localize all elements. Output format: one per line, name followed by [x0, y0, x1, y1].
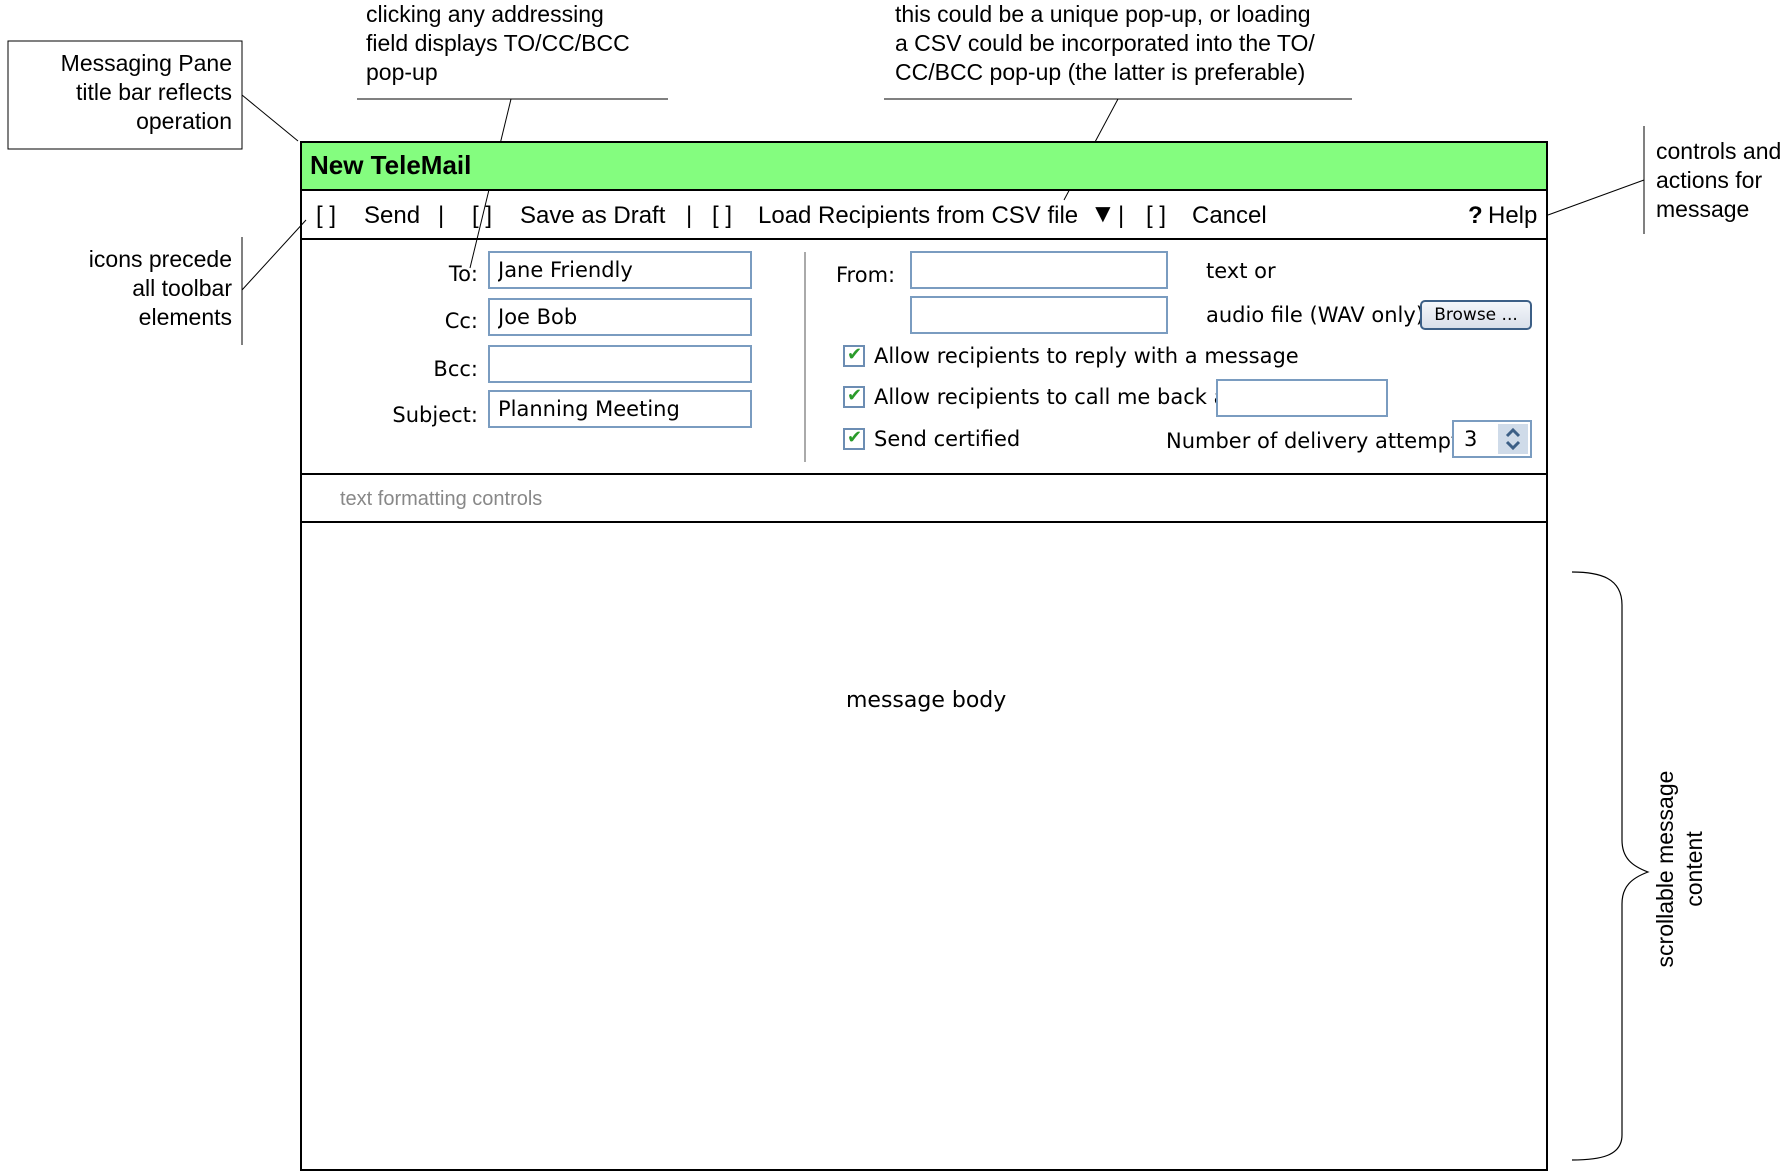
icons-note-line: elements: [138, 304, 232, 330]
title-note: Messaging Pane title bar reflects operat…: [8, 49, 232, 136]
csv-note-line: this could be a unique pop-up, or loadin…: [895, 1, 1311, 27]
stepper-buttons[interactable]: [1498, 424, 1528, 454]
addressing-note-line: clicking any addressing: [366, 1, 604, 27]
delivery-attempts-label: Number of delivery attempts:: [1166, 429, 1478, 453]
cancel-button[interactable]: Cancel: [1192, 202, 1267, 230]
icons-note: icons precede all toolbar elements: [0, 245, 232, 332]
title-note-line: Messaging Pane: [60, 50, 232, 76]
allow-callback-checkbox[interactable]: ✔: [843, 385, 865, 408]
allow-reply-checkbox[interactable]: ✔: [843, 344, 865, 367]
check-icon: ✔: [847, 385, 863, 405]
addressing-note-line: field displays TO/CC/BCC: [366, 30, 630, 56]
send-icon[interactable]: [ ]: [316, 202, 336, 230]
send-certified-label: Send certified: [874, 427, 1021, 451]
load-csv-button[interactable]: Load Recipients from CSV file: [758, 202, 1078, 230]
send-certified-checkbox[interactable]: ✔: [843, 427, 865, 450]
check-icon: ✔: [847, 427, 863, 447]
scroll-note-line: scrollable message: [1652, 770, 1678, 968]
addressing-note-line: pop-up: [366, 59, 438, 85]
title-note-line: title bar reflects: [76, 79, 232, 105]
cc-field[interactable]: [488, 298, 752, 336]
toolbar-separator: |: [686, 202, 693, 229]
browse-button[interactable]: Browse ...: [1420, 300, 1532, 330]
cc-label: Cc:: [444, 309, 478, 333]
csv-note-line: a CSV could be incorporated into the TO/: [895, 30, 1315, 56]
save-draft-icon[interactable]: [ ]: [472, 202, 492, 230]
allow-callback-label: Allow recipients to call me back at:: [874, 385, 1242, 409]
subject-label: Subject:: [392, 403, 478, 427]
csv-note: this could be a unique pop-up, or loadin…: [895, 0, 1315, 87]
subject-field[interactable]: [488, 390, 752, 428]
title-note-connector: [241, 94, 299, 142]
icons-note-line: icons precede: [88, 246, 232, 272]
fields-divider: [300, 473, 1548, 475]
callback-number-field[interactable]: [1216, 379, 1388, 417]
toolbar-separator: |: [438, 202, 445, 229]
save-draft-button[interactable]: Save as Draft: [520, 202, 665, 230]
from-text-field[interactable]: [910, 251, 1168, 289]
window-title: New TeleMail: [310, 150, 472, 180]
text-formatting-controls: text formatting controls: [340, 488, 543, 510]
icons-note-line: all toolbar: [132, 275, 232, 301]
to-label: To:: [448, 262, 478, 286]
controls-note-line: message: [1656, 196, 1750, 222]
allow-reply-label: Allow recipients to reply with a message: [874, 344, 1299, 368]
from-audio-field[interactable]: [910, 296, 1168, 334]
audio-file-label: audio file (WAV only): [1206, 303, 1425, 327]
title-bar: [300, 141, 1548, 191]
help-icon[interactable]: ?: [1468, 202, 1483, 230]
scroll-note-line: content: [1681, 831, 1707, 907]
chevron-down-icon: [1505, 440, 1521, 451]
icons-note-connector: [241, 219, 307, 291]
controls-note: controls and actions for message: [1656, 137, 1781, 224]
message-body-area[interactable]: message body: [300, 523, 1548, 1163]
send-button[interactable]: Send: [364, 202, 420, 230]
to-field[interactable]: [488, 251, 752, 289]
delivery-attempts-value: 3: [1464, 427, 1478, 451]
bcc-field[interactable]: [488, 345, 752, 383]
from-label: From:: [836, 263, 896, 287]
help-button[interactable]: Help: [1488, 202, 1537, 230]
controls-note-line: actions for: [1656, 167, 1763, 193]
cancel-icon[interactable]: [ ]: [1146, 202, 1166, 230]
delivery-attempts-stepper[interactable]: 3: [1452, 420, 1532, 458]
text-or-label: text or: [1206, 259, 1276, 283]
scroll-note: scrollable message content: [1651, 719, 1709, 1019]
controls-note-line: controls and: [1656, 138, 1782, 164]
scroll-brace: [1571, 571, 1650, 1161]
toolbar-separator: |: [1118, 202, 1125, 229]
check-icon: ✔: [847, 344, 863, 364]
toolbar-divider: [300, 238, 1548, 240]
bcc-label: Bcc:: [433, 357, 478, 381]
chevron-down-icon[interactable]: ▼: [1090, 198, 1116, 229]
controls-note-connector: [1547, 179, 1645, 216]
title-note-line: operation: [136, 108, 232, 134]
addressing-note: clicking any addressing field displays T…: [366, 0, 630, 87]
message-body-placeholder: message body: [846, 688, 1007, 713]
chevron-up-icon: [1505, 427, 1521, 438]
stepper-arrows-icon: [1505, 427, 1521, 451]
load-csv-icon[interactable]: [ ]: [712, 202, 732, 230]
fields-separator: [804, 252, 806, 462]
csv-note-line: CC/BCC pop-up (the latter is preferable): [895, 59, 1306, 85]
